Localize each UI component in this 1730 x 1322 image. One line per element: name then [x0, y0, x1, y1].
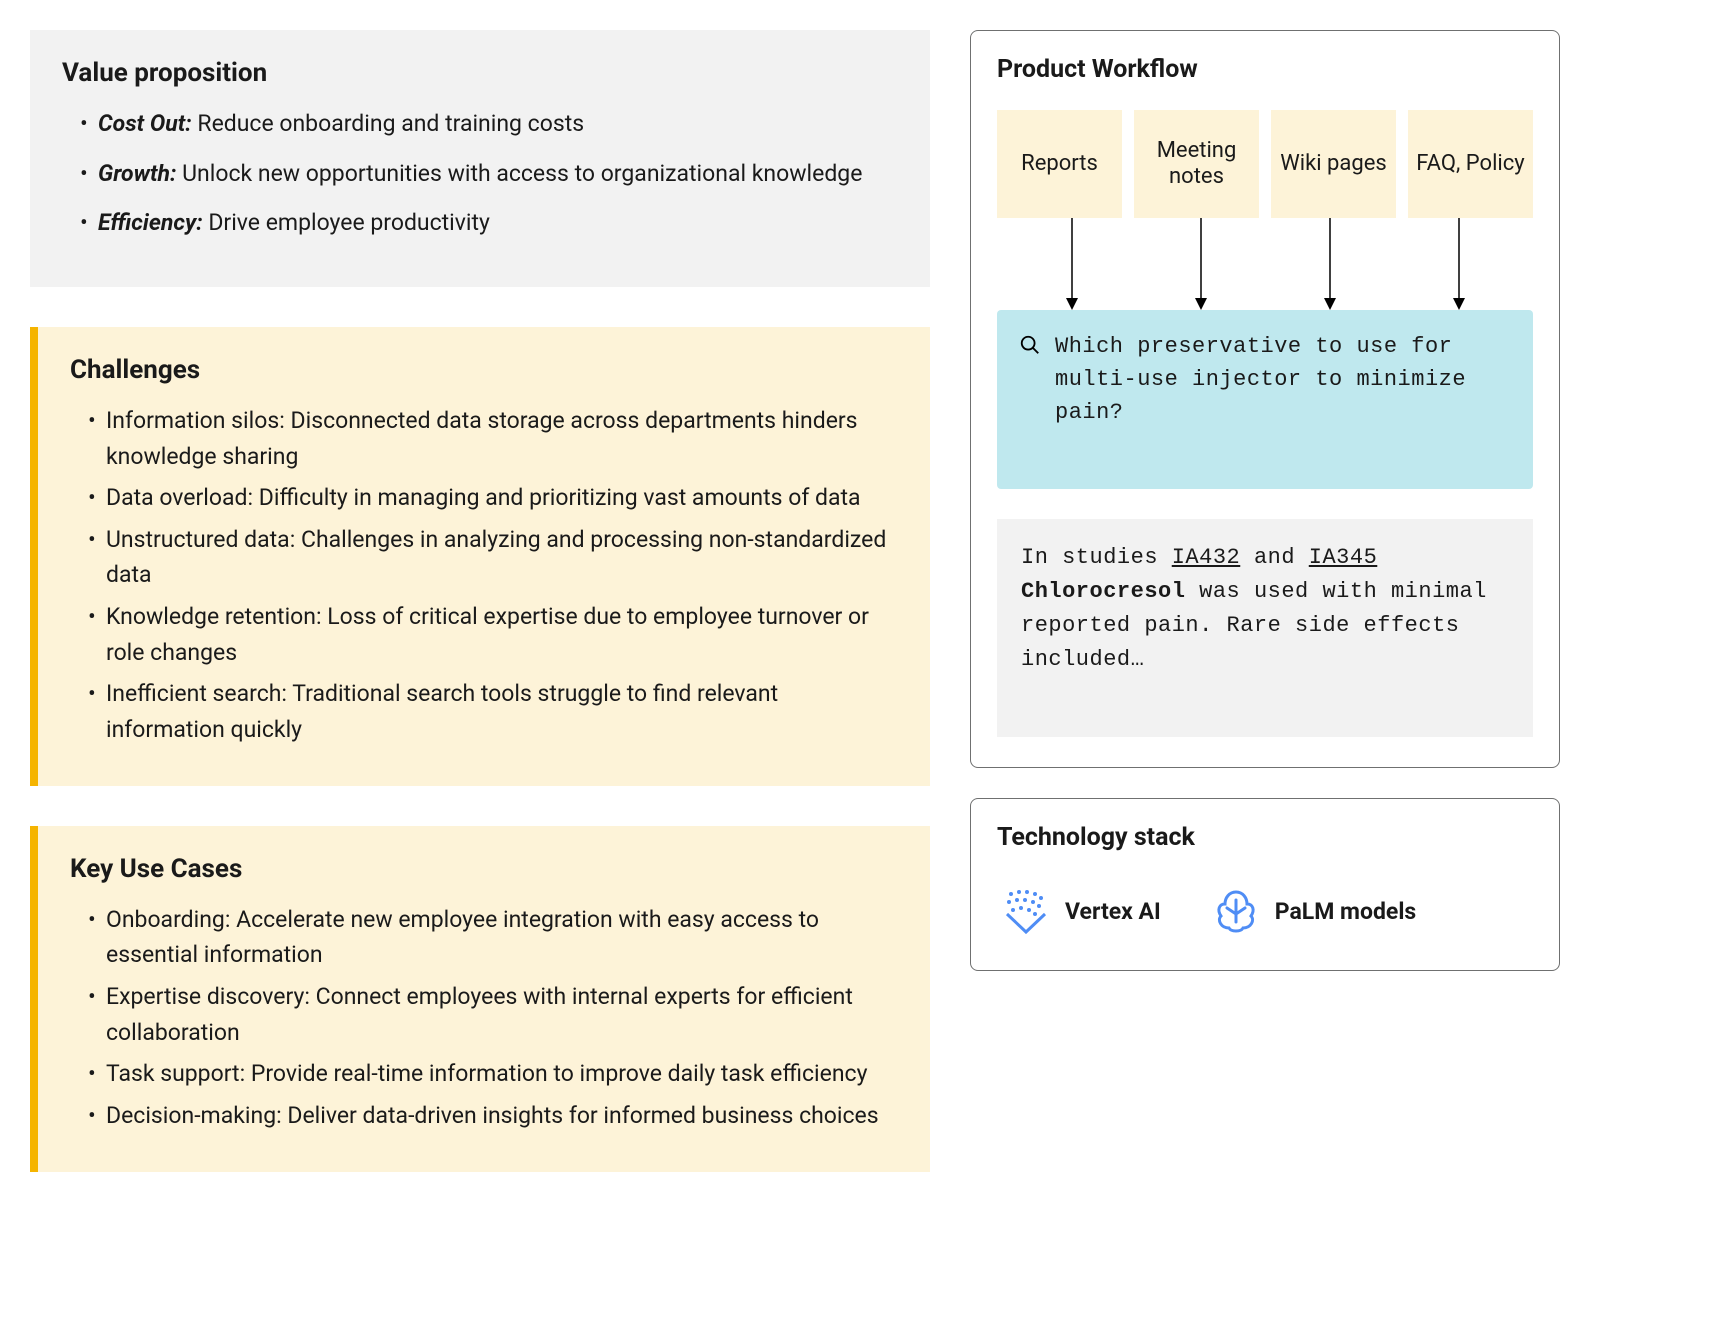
source-reports: Reports [997, 110, 1122, 218]
technology-stack-title: Technology stack [997, 823, 1533, 852]
list-item: Unstructured data: Challenges in analyzi… [88, 522, 898, 593]
list-item: Data overload: Difficulty in managing an… [88, 480, 898, 516]
arrow-down-icon [1194, 218, 1208, 310]
arrow-row [997, 218, 1533, 310]
answer-bold: Chlorocresol [1021, 579, 1185, 604]
item-text: Unlock new opportunities with access to … [176, 160, 862, 187]
query-box: Which preservative to use for multi-use … [997, 310, 1533, 489]
palm-models-icon [1211, 886, 1261, 936]
tech-label: Vertex AI [1065, 898, 1161, 925]
query-text: Which preservative to use for multi-use … [1055, 330, 1511, 429]
item-label: Growth: [98, 160, 176, 187]
list-item: Expertise discovery: Connect employees w… [88, 979, 898, 1050]
arrow-down-icon [1065, 218, 1079, 310]
item-label: Cost Out: [98, 110, 192, 137]
value-proposition-list: Cost Out: Reduce onboarding and training… [62, 106, 898, 241]
tech-item-palm-models: PaLM models [1211, 886, 1416, 936]
list-item: Information silos: Disconnected data sto… [88, 403, 898, 474]
list-item: Knowledge retention: Loss of critical ex… [88, 599, 898, 670]
list-item: Onboarding: Accelerate new employee inte… [88, 902, 898, 973]
use-cases-title: Key Use Cases [70, 854, 898, 884]
technology-stack-panel: Technology stack Vertex AI [970, 798, 1560, 971]
list-item: Growth: Unlock new opportunities with ac… [80, 156, 898, 192]
source-meeting-notes: Meeting notes [1134, 110, 1259, 218]
list-item: Decision-making: Deliver data-driven ins… [88, 1098, 898, 1134]
list-item: Efficiency: Drive employee productivity [80, 205, 898, 241]
use-cases-list: Onboarding: Accelerate new employee inte… [70, 902, 898, 1134]
tech-item-vertex-ai: Vertex AI [1001, 886, 1161, 936]
product-workflow-title: Product Workflow [997, 55, 1533, 84]
tech-label: PaLM models [1275, 898, 1416, 925]
list-item: Inefficient search: Traditional search t… [88, 676, 898, 747]
source-faq-policy: FAQ, Policy [1408, 110, 1533, 218]
use-cases-card: Key Use Cases Onboarding: Accelerate new… [30, 826, 930, 1172]
item-label: Efficiency: [98, 209, 203, 236]
answer-link-ia345[interactable]: IA345 [1309, 545, 1378, 570]
item-text: Drive employee productivity [203, 209, 490, 236]
source-row: Reports Meeting notes Wiki pages FAQ, Po… [997, 110, 1533, 218]
challenges-title: Challenges [70, 355, 898, 385]
product-workflow-panel: Product Workflow Reports Meeting notes W… [970, 30, 1560, 768]
arrow-down-icon [1452, 218, 1466, 310]
challenges-list: Information silos: Disconnected data sto… [70, 403, 898, 748]
list-item: Task support: Provide real-time informat… [88, 1056, 898, 1092]
answer-link-ia432[interactable]: IA432 [1172, 545, 1241, 570]
item-text: Reduce onboarding and training costs [192, 110, 584, 137]
arrow-down-icon [1323, 218, 1337, 310]
value-proposition-title: Value proposition [62, 58, 898, 88]
answer-text: and [1240, 545, 1309, 570]
value-proposition-card: Value proposition Cost Out: Reduce onboa… [30, 30, 930, 287]
answer-text: In studies [1021, 545, 1172, 570]
search-icon [1019, 334, 1041, 356]
source-wiki-pages: Wiki pages [1271, 110, 1396, 218]
vertex-ai-icon [1001, 886, 1051, 936]
challenges-card: Challenges Information silos: Disconnect… [30, 327, 930, 786]
tech-row: Vertex AI PaLM models [997, 878, 1533, 940]
list-item: Cost Out: Reduce onboarding and training… [80, 106, 898, 142]
answer-box: In studies IA432 and IA345 Chlorocresol … [997, 519, 1533, 737]
